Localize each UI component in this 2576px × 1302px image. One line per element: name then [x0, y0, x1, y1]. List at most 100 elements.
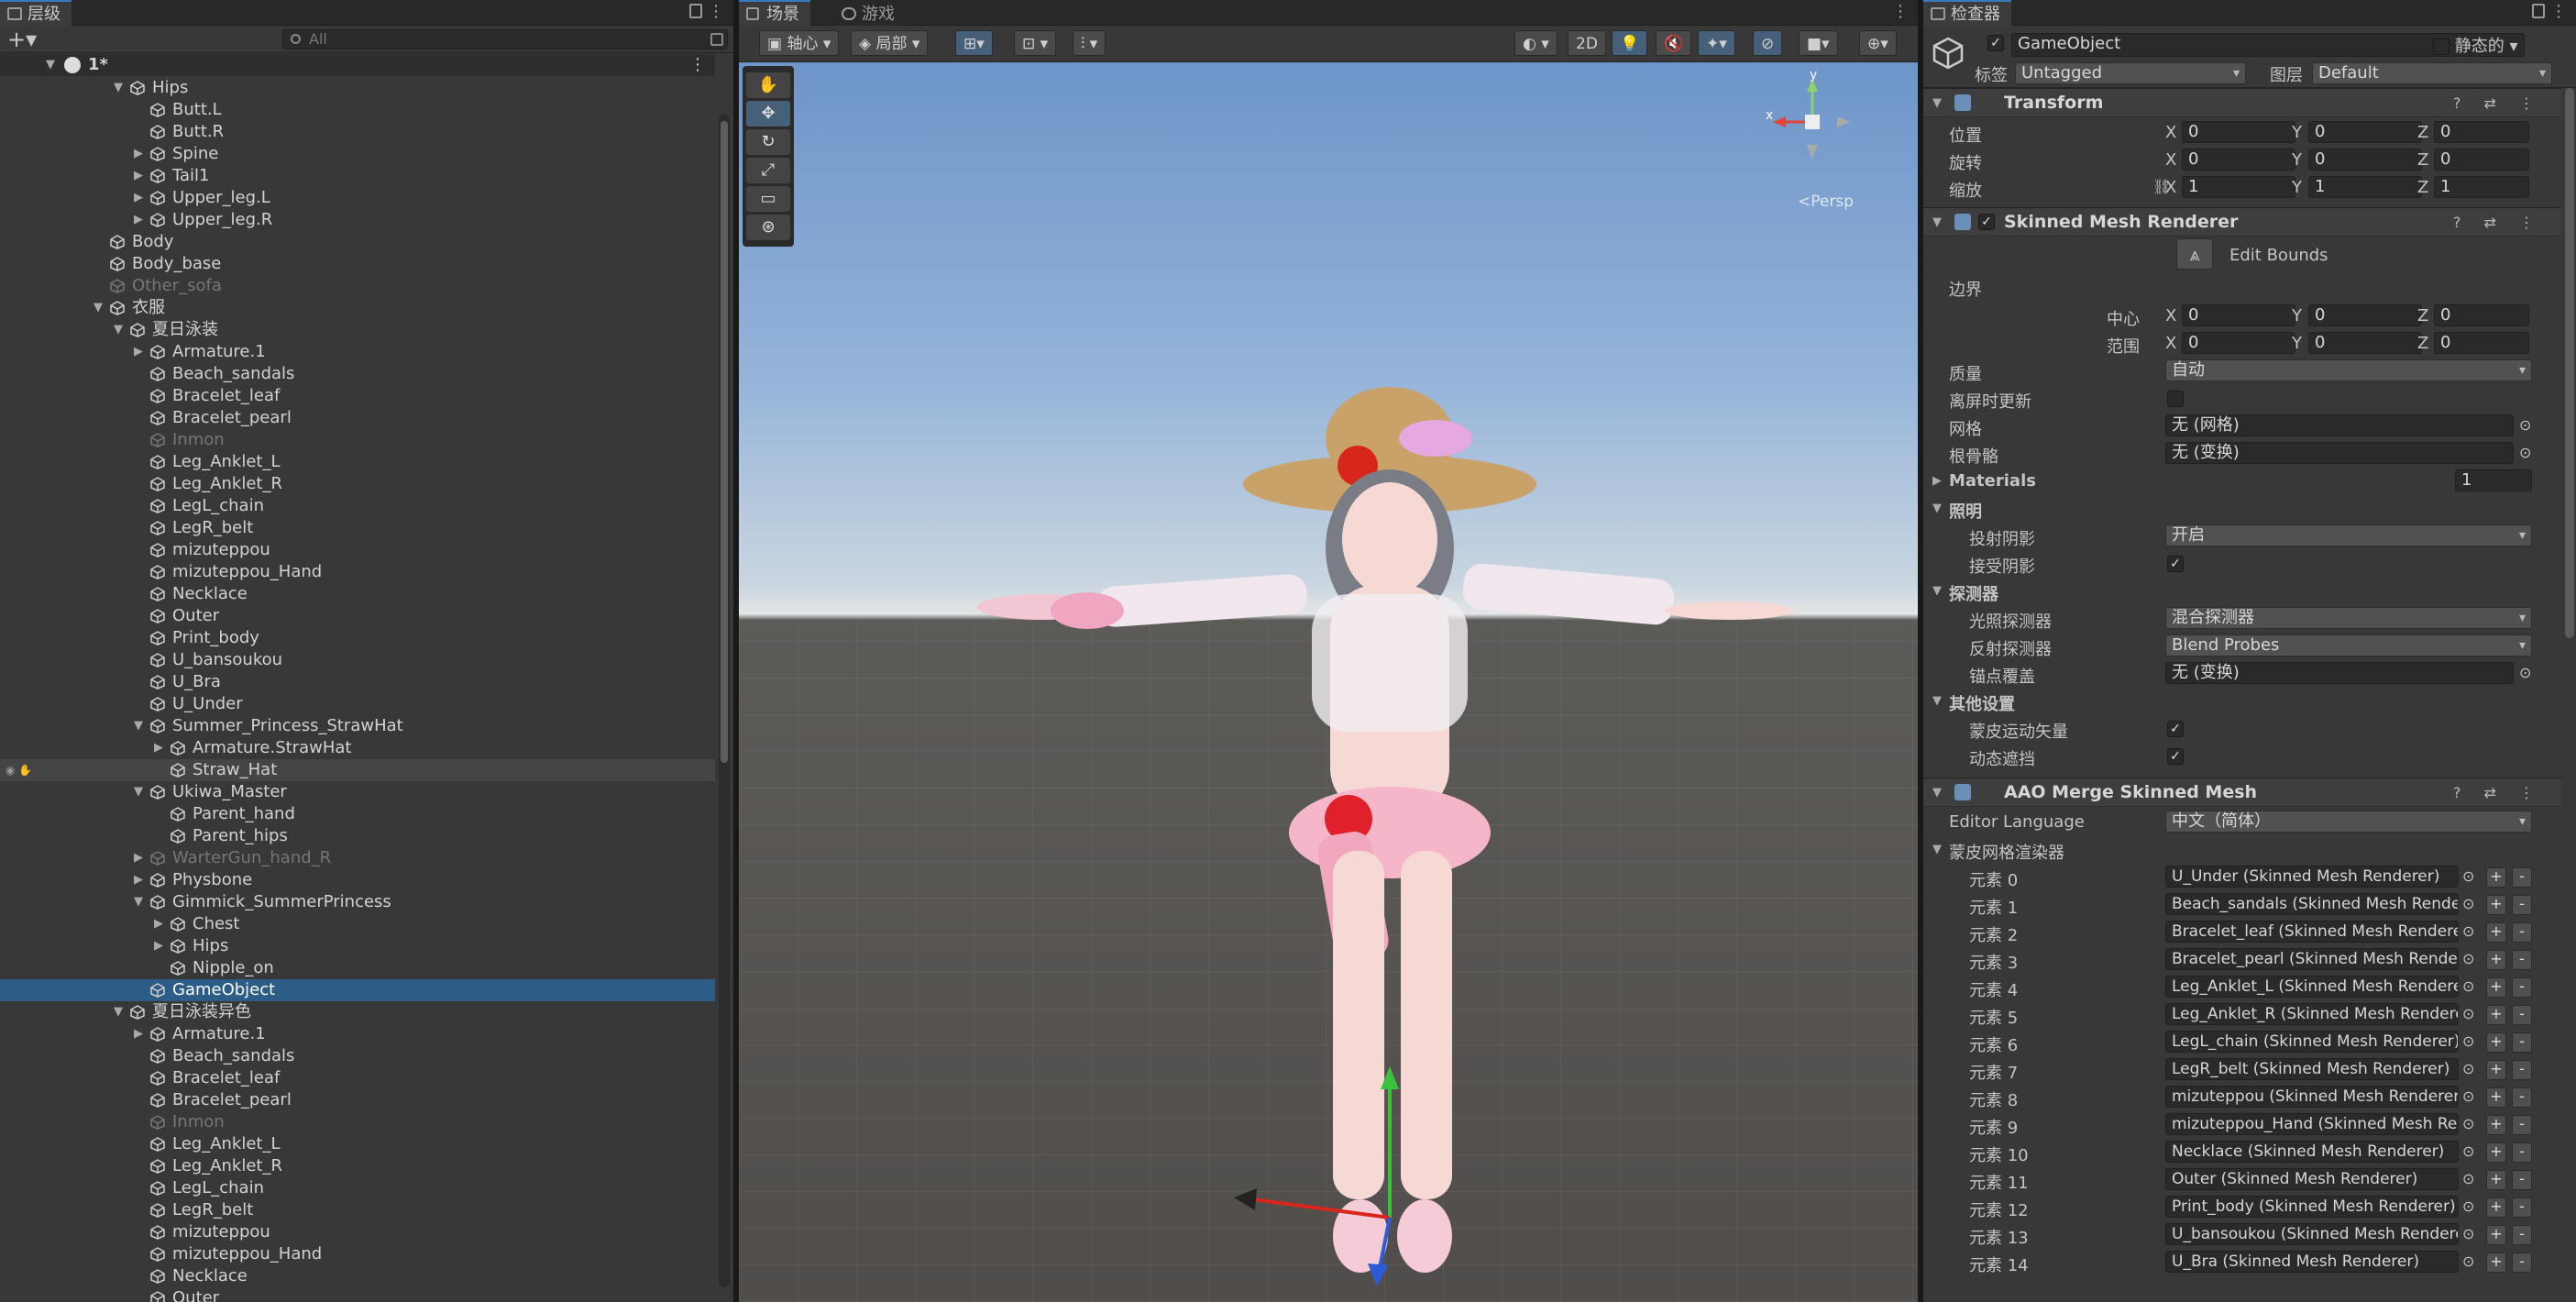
object-picker-icon[interactable]: ⊙ [2462, 922, 2474, 940]
collapse-arrow-icon[interactable]: ▼ [134, 715, 143, 737]
audio-toggle-icon[interactable]: 🔇 [1656, 30, 1692, 56]
component-header[interactable]: ▼ Transform ? ⇄ ⋮ [1923, 88, 2561, 117]
avatar-model[interactable] [895, 319, 1811, 1291]
collapse-arrow-icon[interactable]: ▼ [1932, 843, 1942, 856]
add-element-button[interactable]: + [2486, 950, 2506, 970]
vector-x-field[interactable]: 0 [2182, 304, 2295, 326]
add-element-button[interactable]: + [2486, 867, 2506, 888]
hierarchy-row[interactable]: Body [0, 231, 715, 253]
shading-mode-button[interactable]: ◐ ▾ [1514, 30, 1558, 56]
component-header[interactable]: ▼ ✓ Skinned Mesh Renderer ? ⇄ ⋮ [1923, 207, 2561, 237]
collapse-arrow-icon[interactable]: ▼ [134, 781, 143, 803]
collapse-arrow-icon[interactable]: ▼ [134, 891, 143, 913]
component-enabled-checkbox[interactable]: ✓ [1978, 214, 1995, 230]
hierarchy-scrollbar[interactable] [719, 114, 730, 1287]
other-settings-label[interactable]: 其他设置 [1949, 691, 2015, 715]
renderer-reference-field[interactable]: mizuteppou (Skinned Mesh Renderer) [2165, 1086, 2459, 1108]
hierarchy-row[interactable]: Print_body [0, 627, 715, 649]
offscreen-checkbox[interactable] [2167, 391, 2184, 407]
renderer-reference-field[interactable]: U_Under (Skinned Mesh Renderer) [2165, 866, 2459, 888]
vector-z-field[interactable]: 1 [2434, 176, 2529, 198]
hidden-objects-icon[interactable]: ⊘ [1753, 30, 1783, 56]
add-element-button[interactable]: + [2486, 895, 2506, 915]
hierarchy-row[interactable]: Inmon [0, 429, 715, 451]
hierarchy-row[interactable]: GameObject [0, 979, 715, 1001]
renderer-reference-field[interactable]: Leg_Anklet_L (Skinned Mesh Renderer) [2165, 976, 2459, 998]
pivot-dropdown[interactable]: ▣ 轴心 ▾ [759, 30, 840, 56]
hand-tool-icon[interactable]: ✋ [746, 72, 790, 98]
search-input[interactable]: All [282, 29, 728, 50]
expand-arrow-icon[interactable]: ▶ [134, 847, 143, 869]
object-picker-icon[interactable]: ⊙ [2462, 1060, 2474, 1077]
expand-arrow-icon[interactable]: ▶ [134, 341, 143, 363]
rect-tool-icon[interactable]: ▭ [746, 186, 790, 212]
add-element-button[interactable]: + [2486, 1197, 2506, 1218]
add-element-button[interactable]: + [2486, 1170, 2506, 1190]
vector-x-field[interactable]: 0 [2182, 332, 2295, 354]
hierarchy-row[interactable]: Parent_hips [0, 825, 715, 847]
add-element-button[interactable]: + [2486, 1032, 2506, 1053]
collapse-arrow-icon[interactable]: ▼ [1932, 584, 1942, 598]
hierarchy-row[interactable]: Beach_sandals [0, 1045, 715, 1067]
add-element-button[interactable]: + [2486, 977, 2506, 998]
hierarchy-row[interactable]: ▼ 夏日泳装异色 [0, 1001, 715, 1023]
materials-label[interactable]: Materials [1949, 471, 2036, 491]
hierarchy-row[interactable]: ▼ Summer_Princess_StrawHat [0, 715, 715, 737]
remove-element-button[interactable]: - [2512, 895, 2532, 915]
hierarchy-row[interactable]: Bracelet_pearl [0, 1089, 715, 1111]
skinned-motion-vectors-checkbox[interactable]: ✓ [2167, 721, 2184, 737]
expand-arrow-icon[interactable]: ▶ [154, 935, 163, 957]
hierarchy-row[interactable]: Leg_Anklet_L [0, 451, 715, 473]
light-probes-dropdown[interactable]: 混合探测器 [2165, 607, 2532, 629]
add-element-button[interactable]: + [2486, 1115, 2506, 1135]
filter-icon[interactable] [710, 33, 723, 46]
remove-element-button[interactable]: - [2512, 1252, 2532, 1273]
hierarchy-row[interactable]: Leg_Anklet_L [0, 1133, 715, 1155]
kebab-menu-icon[interactable]: ⋮ [708, 2, 724, 21]
add-element-button[interactable]: + [2486, 922, 2506, 943]
hierarchy-row[interactable]: ▶ Armature.1 [0, 1023, 715, 1045]
expand-arrow-icon[interactable]: ▶ [134, 1023, 143, 1045]
hierarchy-row[interactable]: Parent_hand [0, 803, 715, 825]
collapse-arrow-icon[interactable]: ▼ [114, 77, 123, 99]
remove-element-button[interactable]: - [2512, 1225, 2532, 1245]
hierarchy-row[interactable]: LegL_chain [0, 1177, 715, 1199]
reflection-probes-dropdown[interactable]: Blend Probes [2165, 634, 2532, 657]
scrollbar-thumb[interactable] [721, 121, 728, 763]
fold-arrow-icon[interactable]: ▼ [1932, 96, 1942, 110]
hierarchy-row[interactable]: Necklace [0, 583, 715, 605]
add-element-button[interactable]: + [2486, 1005, 2506, 1025]
collapse-arrow-icon[interactable]: ▼ [1932, 502, 1942, 515]
scale-tool-icon[interactable]: ⤢ [746, 158, 790, 183]
object-picker-icon[interactable]: ⊙ [2462, 1087, 2474, 1105]
static-toggle[interactable]: 静态的 ▾ [2433, 33, 2518, 57]
object-picker-icon[interactable]: ⊙ [2462, 1032, 2474, 1050]
vector-y-field[interactable]: 0 [2308, 149, 2422, 171]
expand-arrow-icon[interactable]: ▶ [134, 209, 143, 231]
hierarchy-row[interactable]: Outer [0, 605, 715, 627]
object-picker-icon[interactable]: ⊙ [2462, 1225, 2474, 1242]
tab-hierarchy[interactable]: 层级 [0, 0, 72, 26]
remove-element-button[interactable]: - [2512, 1087, 2532, 1108]
renderer-reference-field[interactable]: Print_body (Skinned Mesh Renderer) [2165, 1196, 2459, 1218]
expand-arrow-icon[interactable]: ▶ [154, 913, 163, 935]
lock-icon[interactable] [689, 4, 702, 18]
component-menu-icons[interactable]: ? ⇄ ⋮ [2453, 784, 2543, 801]
renderer-reference-field[interactable]: Necklace (Skinned Mesh Renderer) [2165, 1141, 2459, 1163]
scene-viewport[interactable]: ✋ ✥ ↻ ⤢ ▭ ⊛ y x <Persp [739, 62, 1918, 1302]
renderer-reference-field[interactable]: U_bansoukou (Skinned Mesh Renderer) [2165, 1223, 2459, 1245]
mesh-field[interactable]: 无 (网格) [2165, 414, 2514, 436]
vector-x-field[interactable]: 1 [2182, 176, 2295, 198]
hierarchy-row[interactable]: ▼ Ukiwa_Master [0, 781, 715, 803]
hierarchy-row[interactable]: ▼ 夏日泳装 [0, 319, 715, 341]
editor-language-dropdown[interactable]: 中文（简体） [2165, 811, 2532, 833]
hierarchy-row[interactable]: Beach_sandals [0, 363, 715, 385]
gizmos-button[interactable]: ⊕▾ [1859, 30, 1897, 56]
renderer-reference-field[interactable]: U_Bra (Skinned Mesh Renderer) [2165, 1251, 2459, 1273]
move-tool-icon[interactable]: ✥ [746, 101, 790, 127]
rotate-tool-icon[interactable]: ↻ [746, 129, 790, 155]
remove-element-button[interactable]: - [2512, 977, 2532, 998]
remove-element-button[interactable]: - [2512, 1142, 2532, 1163]
expand-arrow-icon[interactable]: ▶ [134, 165, 143, 187]
hierarchy-row[interactable]: Leg_Anklet_R [0, 473, 715, 495]
